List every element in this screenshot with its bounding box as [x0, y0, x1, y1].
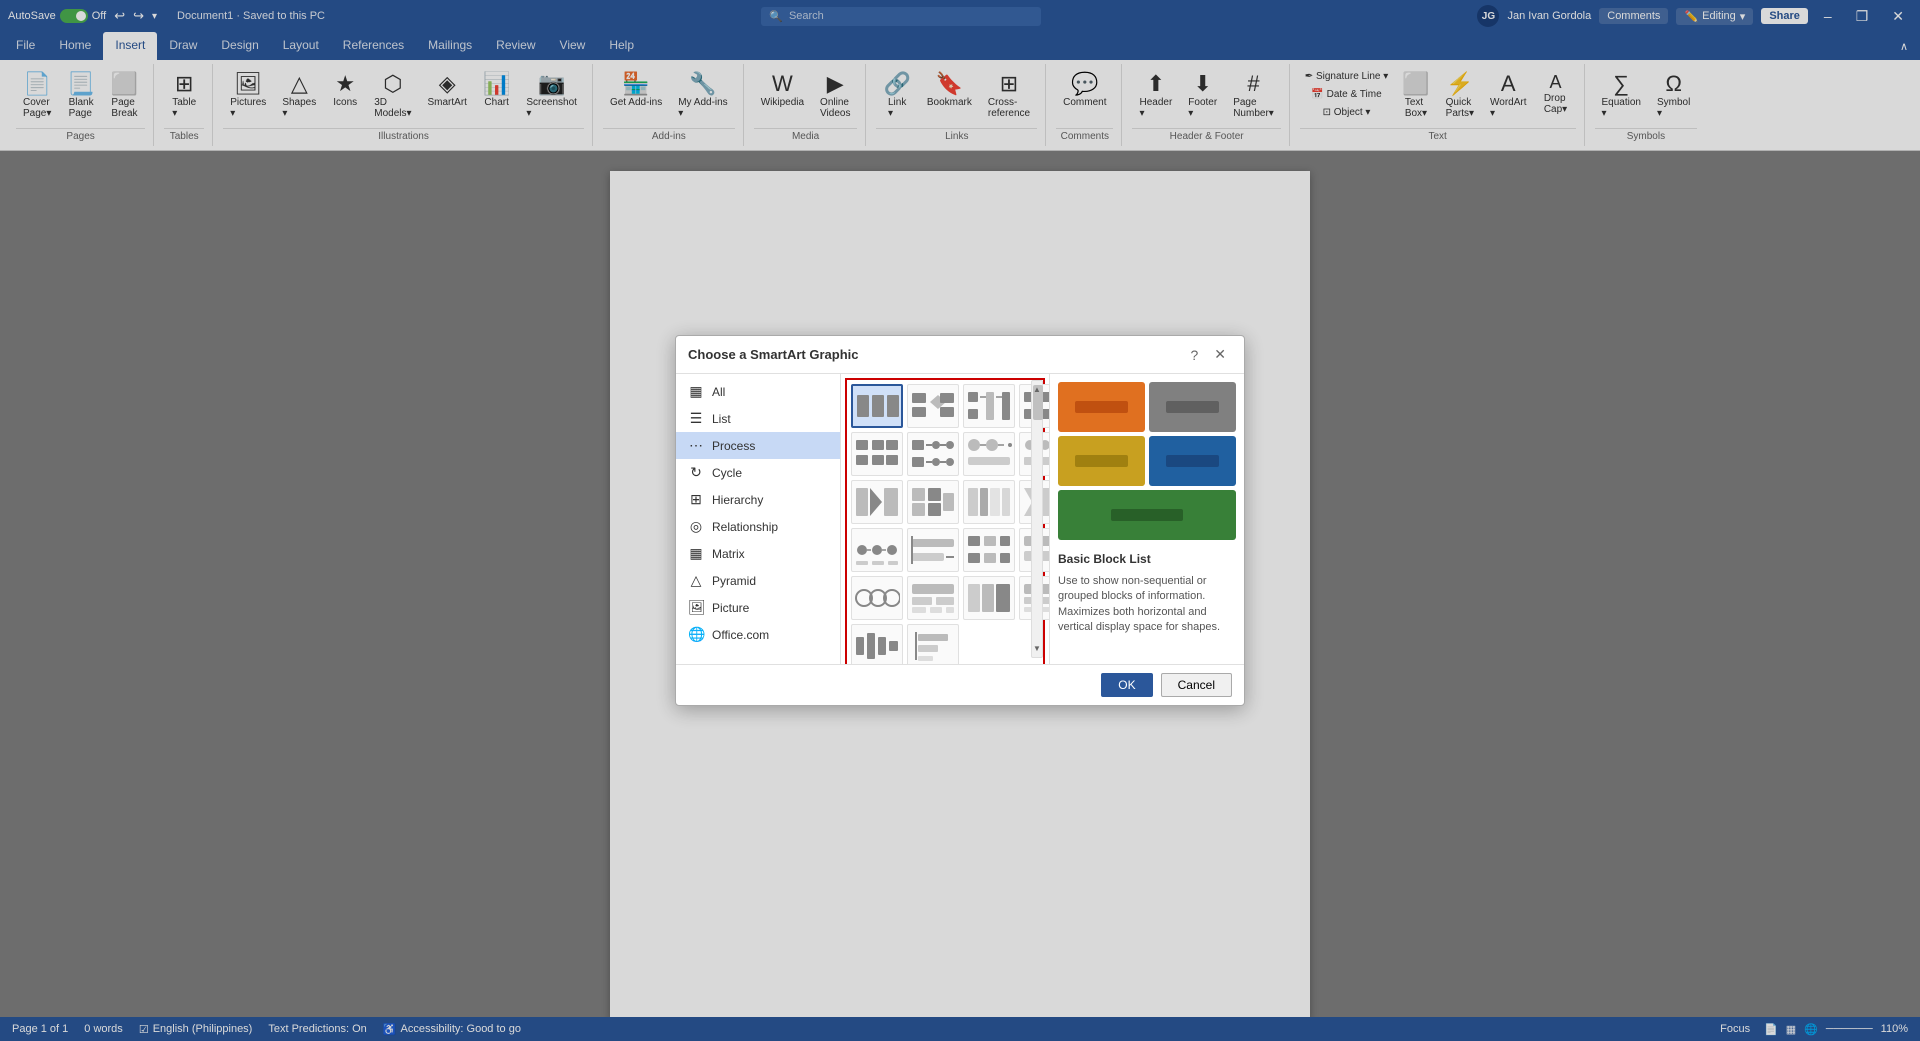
category-matrix-label: Matrix: [712, 547, 745, 561]
category-all[interactable]: ▦ All: [676, 378, 840, 405]
smartart-item-18[interactable]: [907, 576, 959, 620]
preview-gray: [1149, 382, 1236, 432]
dialog-categories: ▦ All ☰ List ⋯ Process ↻ Cycle ⊞ Hiera: [676, 374, 841, 664]
dialog-preview: Basic Block List Use to show non-sequent…: [1049, 374, 1244, 664]
cancel-button[interactable]: Cancel: [1161, 673, 1232, 697]
preview-yellow: [1058, 436, 1145, 486]
smartart-item-11[interactable]: [963, 480, 1015, 524]
smartart-item-3[interactable]: [963, 384, 1015, 428]
dialog-title-buttons: ? ✕: [1184, 344, 1232, 365]
smartart-svg-6: [910, 435, 956, 473]
smartart-item-9[interactable]: [851, 480, 903, 524]
smartart-items: [851, 384, 1039, 664]
preview-green-bar: [1111, 509, 1182, 521]
category-cycle[interactable]: ↻ Cycle: [676, 459, 840, 486]
category-process-icon: ⋯: [688, 437, 704, 454]
smartart-svg-3: [966, 387, 1012, 425]
category-hierarchy[interactable]: ⊞ Hierarchy: [676, 486, 840, 513]
smartart-item-7[interactable]: [963, 432, 1015, 476]
dialog-title-bar: Choose a SmartArt Graphic ? ✕: [676, 336, 1244, 374]
smartart-item-5[interactable]: [851, 432, 903, 476]
smartart-svg-15: [966, 531, 1012, 569]
preview-orange-bar: [1075, 401, 1127, 413]
preview-yellow-bar: [1075, 455, 1127, 467]
category-relationship-icon: ◎: [688, 518, 704, 535]
smartart-item-22[interactable]: [907, 624, 959, 664]
smartart-item-17[interactable]: [851, 576, 903, 620]
category-cycle-label: Cycle: [712, 466, 742, 480]
smartart-svg-11: [966, 483, 1012, 521]
smartart-item-15[interactable]: [963, 528, 1015, 572]
category-cycle-icon: ↻: [688, 464, 704, 481]
preview-blue: [1149, 436, 1236, 486]
category-relationship[interactable]: ◎ Relationship: [676, 513, 840, 540]
category-process-label: Process: [712, 439, 755, 453]
category-matrix-icon: ▦: [688, 545, 704, 562]
smartart-item-1[interactable]: [851, 384, 903, 428]
category-pyramid[interactable]: △ Pyramid: [676, 567, 840, 594]
category-pyramid-icon: △: [688, 572, 704, 589]
smartart-item-19[interactable]: [963, 576, 1015, 620]
smartart-item-6[interactable]: [907, 432, 959, 476]
smartart-svg-9: [854, 483, 900, 521]
category-pyramid-label: Pyramid: [712, 574, 756, 588]
preview-description: Use to show non-sequential or grouped bl…: [1058, 574, 1236, 636]
smartart-item-13[interactable]: [851, 528, 903, 572]
smartart-scrollbar[interactable]: ▼ ▲: [1031, 380, 1043, 658]
smartart-svg-13: [854, 531, 900, 569]
category-picture[interactable]: 🖼 Picture: [676, 594, 840, 621]
smartart-svg-21: [854, 627, 900, 664]
smartart-svg-17: [854, 579, 900, 617]
scrollbar-up[interactable]: ▲: [1033, 385, 1041, 394]
category-picture-icon: 🖼: [688, 599, 704, 616]
category-office-label: Office.com: [712, 628, 769, 642]
smartart-svg-5: [854, 435, 900, 473]
smartart-svg-22: [910, 627, 956, 664]
ok-button[interactable]: OK: [1101, 673, 1152, 697]
scrollbar-down[interactable]: ▼: [1033, 644, 1041, 653]
category-office[interactable]: 🌐 Office.com: [676, 621, 840, 648]
smartart-svg-2: [910, 387, 956, 425]
category-list[interactable]: ☰ List: [676, 405, 840, 432]
preview-blue-bar: [1166, 455, 1218, 467]
category-all-label: All: [712, 385, 725, 399]
dialog-center-inner: [845, 378, 1045, 664]
category-list-label: List: [712, 412, 731, 426]
preview-orange: [1058, 382, 1145, 432]
category-list-icon: ☰: [688, 410, 704, 427]
category-hierarchy-icon: ⊞: [688, 491, 704, 508]
category-hierarchy-label: Hierarchy: [712, 493, 763, 507]
smartart-svg-7: [966, 435, 1012, 473]
smartart-svg-14: [910, 531, 956, 569]
smartart-item-14[interactable]: [907, 528, 959, 572]
smartart-svg-19: [966, 579, 1012, 617]
category-process[interactable]: ⋯ Process: [676, 432, 840, 459]
category-picture-label: Picture: [712, 601, 749, 615]
dialog-smartart-grid: ▼ ▲: [841, 374, 1049, 664]
dialog-title: Choose a SmartArt Graphic: [688, 347, 859, 362]
preview-grid: [1058, 382, 1236, 540]
smartart-item-2[interactable]: [907, 384, 959, 428]
category-office-icon: 🌐: [688, 626, 704, 643]
dialog-overlay: Choose a SmartArt Graphic ? ✕ ▦ All ☰ Li…: [0, 0, 1920, 1041]
category-matrix[interactable]: ▦ Matrix: [676, 540, 840, 567]
dialog-body: ▦ All ☰ List ⋯ Process ↻ Cycle ⊞ Hiera: [676, 374, 1244, 664]
smartart-svg-18: [910, 579, 956, 617]
category-all-icon: ▦: [688, 383, 704, 400]
smartart-svg-1: [855, 387, 899, 425]
dialog-help-button[interactable]: ?: [1184, 344, 1204, 365]
smartart-item-10[interactable]: [907, 480, 959, 524]
category-relationship-label: Relationship: [712, 520, 778, 534]
preview-green: [1058, 490, 1236, 540]
dialog-close-button[interactable]: ✕: [1208, 344, 1232, 365]
dialog-footer: OK Cancel: [676, 664, 1244, 705]
smartart-item-21[interactable]: [851, 624, 903, 664]
preview-gray-bar: [1166, 401, 1218, 413]
smartart-dialog: Choose a SmartArt Graphic ? ✕ ▦ All ☰ Li…: [675, 335, 1245, 706]
smartart-svg-10: [910, 483, 956, 521]
preview-name: Basic Block List: [1058, 552, 1236, 566]
